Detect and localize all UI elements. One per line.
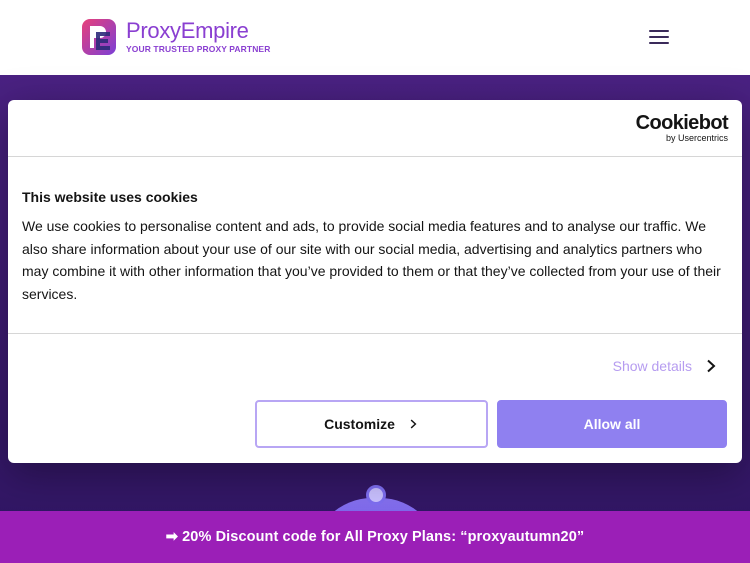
divider — [8, 333, 742, 334]
customize-button[interactable]: Customize — [255, 400, 488, 448]
cookie-dialog-title: This website uses cookies — [22, 189, 198, 205]
promo-bar[interactable]: ➡ 20% Discount code for All Proxy Plans:… — [0, 511, 750, 563]
cookiebot-logo-sub: by Usercentrics — [665, 133, 728, 143]
chevron-right-icon — [707, 359, 716, 373]
show-details-link[interactable]: Show details — [613, 358, 718, 374]
cookie-dialog-header: Cookiebot by Usercentrics — [8, 100, 742, 157]
logo-name: ProxyEmpire — [126, 18, 249, 44]
cookiebot-logo[interactable]: Cookiebot by Usercentrics — [635, 112, 729, 143]
hamburger-icon[interactable] — [648, 28, 670, 46]
proxyempire-logo[interactable]: ProxyEmpire YOUR TRUSTED PROXY PARTNER — [80, 16, 270, 58]
cookie-consent-dialog: Cookiebot by Usercentrics This website u… — [8, 100, 742, 463]
logo-tagline: YOUR TRUSTED PROXY PARTNER — [126, 44, 271, 55]
show-details-label: Show details — [612, 358, 692, 374]
proxyempire-logo-icon — [82, 19, 116, 55]
cookiebot-logo-name: Cookiebot — [635, 112, 729, 134]
chevron-right-icon — [410, 419, 417, 429]
allow-all-label: Allow all — [583, 416, 641, 432]
location-pin-icon — [366, 485, 386, 505]
customize-label: Customize — [324, 416, 395, 432]
promo-text: ➡ 20% Discount code for All Proxy Plans:… — [165, 529, 585, 545]
allow-all-button[interactable]: Allow all — [497, 400, 727, 448]
site-header: ProxyEmpire YOUR TRUSTED PROXY PARTNER — [0, 0, 750, 75]
cookie-dialog-body: We use cookies to personalise content an… — [22, 218, 721, 302]
